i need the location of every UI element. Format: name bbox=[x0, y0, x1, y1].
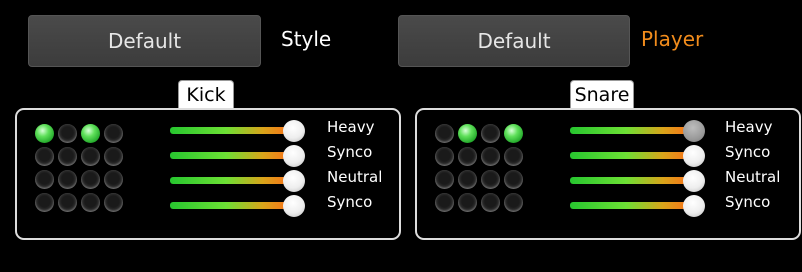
snare-slider-thumb[interactable] bbox=[683, 145, 705, 167]
snare-step-led-r1-c4[interactable] bbox=[504, 124, 523, 143]
snare-slider-track[interactable] bbox=[570, 202, 694, 209]
snare-slider-label: Synco bbox=[725, 193, 771, 211]
kick-step-led-r4-c3[interactable] bbox=[81, 193, 100, 212]
kick-slider-thumb[interactable] bbox=[283, 145, 305, 167]
snare-slider-thumb[interactable] bbox=[683, 120, 705, 142]
kick-step-led-r1-c1[interactable] bbox=[35, 124, 54, 143]
kick-slider-track[interactable] bbox=[170, 152, 294, 159]
kick-slider-thumb[interactable] bbox=[283, 170, 305, 192]
style-default-button[interactable]: Default bbox=[28, 15, 261, 67]
kick-slider-3[interactable] bbox=[170, 170, 305, 192]
snare-step-led-r3-c2[interactable] bbox=[458, 170, 477, 189]
kick-slider-label: Synco bbox=[327, 193, 373, 211]
snare-slider-label: Heavy bbox=[725, 118, 773, 136]
kick-step-led-r3-c1[interactable] bbox=[35, 170, 54, 189]
kick-slider-2[interactable] bbox=[170, 145, 305, 167]
kick-step-led-r2-c3[interactable] bbox=[81, 147, 100, 166]
snare-step-led-r4-c4[interactable] bbox=[504, 193, 523, 212]
snare-slider-thumb[interactable] bbox=[683, 170, 705, 192]
snare-step-led-r2-c2[interactable] bbox=[458, 147, 477, 166]
snare-slider-label: Synco bbox=[725, 143, 771, 161]
snare-step-led-r3-c4[interactable] bbox=[504, 170, 523, 189]
kick-step-led-r1-c2[interactable] bbox=[58, 124, 77, 143]
kick-slider-track[interactable] bbox=[170, 127, 294, 134]
snare-slider-label: Neutral bbox=[725, 168, 781, 186]
kick-step-led-r3-c2[interactable] bbox=[58, 170, 77, 189]
snare-step-led-r1-c2[interactable] bbox=[458, 124, 477, 143]
kick-slider-thumb[interactable] bbox=[283, 195, 305, 217]
kick-step-led-r1-c3[interactable] bbox=[81, 124, 100, 143]
kick-slider-track[interactable] bbox=[170, 177, 294, 184]
snare-slider-1[interactable] bbox=[570, 120, 705, 142]
snare-step-led-r3-c1[interactable] bbox=[435, 170, 454, 189]
kick-slider-4[interactable] bbox=[170, 195, 305, 217]
snare-step-led-r4-c3[interactable] bbox=[481, 193, 500, 212]
snare-step-led-r4-c1[interactable] bbox=[435, 193, 454, 212]
kick-slider-label: Neutral bbox=[327, 168, 383, 186]
kick-slider-1[interactable] bbox=[170, 120, 305, 142]
snare-step-led-r1-c3[interactable] bbox=[481, 124, 500, 143]
kick-step-led-r4-c1[interactable] bbox=[35, 193, 54, 212]
kick-step-led-r4-c2[interactable] bbox=[58, 193, 77, 212]
snare-tab: Snare bbox=[570, 80, 634, 108]
snare-slider-3[interactable] bbox=[570, 170, 705, 192]
player-default-button[interactable]: Default bbox=[398, 15, 630, 67]
kick-slider-label: Synco bbox=[327, 143, 373, 161]
snare-slider-track[interactable] bbox=[570, 127, 694, 134]
snare-step-led-r2-c1[interactable] bbox=[435, 147, 454, 166]
kick-step-led-r1-c4[interactable] bbox=[104, 124, 123, 143]
snare-slider-track[interactable] bbox=[570, 152, 694, 159]
kick-step-led-r2-c4[interactable] bbox=[104, 147, 123, 166]
snare-step-led-r4-c2[interactable] bbox=[458, 193, 477, 212]
kick-slider-label: Heavy bbox=[327, 118, 375, 136]
kick-panel: Heavy Synco Neutral Synco bbox=[15, 108, 401, 240]
kick-step-led-r3-c3[interactable] bbox=[81, 170, 100, 189]
snare-step-led-r1-c1[interactable] bbox=[435, 124, 454, 143]
style-label: Style bbox=[281, 27, 332, 51]
snare-slider-track[interactable] bbox=[570, 177, 694, 184]
snare-slider-thumb[interactable] bbox=[683, 195, 705, 217]
snare-slider-2[interactable] bbox=[570, 145, 705, 167]
snare-step-led-r2-c4[interactable] bbox=[504, 147, 523, 166]
snare-step-led-r3-c3[interactable] bbox=[481, 170, 500, 189]
snare-step-led-r2-c3[interactable] bbox=[481, 147, 500, 166]
snare-slider-4[interactable] bbox=[570, 195, 705, 217]
kick-slider-track[interactable] bbox=[170, 202, 294, 209]
snare-panel: Heavy Synco Neutral Synco bbox=[415, 108, 801, 240]
kick-slider-thumb[interactable] bbox=[283, 120, 305, 142]
kick-step-led-r4-c4[interactable] bbox=[104, 193, 123, 212]
kick-step-led-r3-c4[interactable] bbox=[104, 170, 123, 189]
kick-step-led-r2-c2[interactable] bbox=[58, 147, 77, 166]
kick-tab: Kick bbox=[178, 80, 234, 108]
kick-step-led-r2-c1[interactable] bbox=[35, 147, 54, 166]
player-label: Player bbox=[641, 27, 704, 51]
